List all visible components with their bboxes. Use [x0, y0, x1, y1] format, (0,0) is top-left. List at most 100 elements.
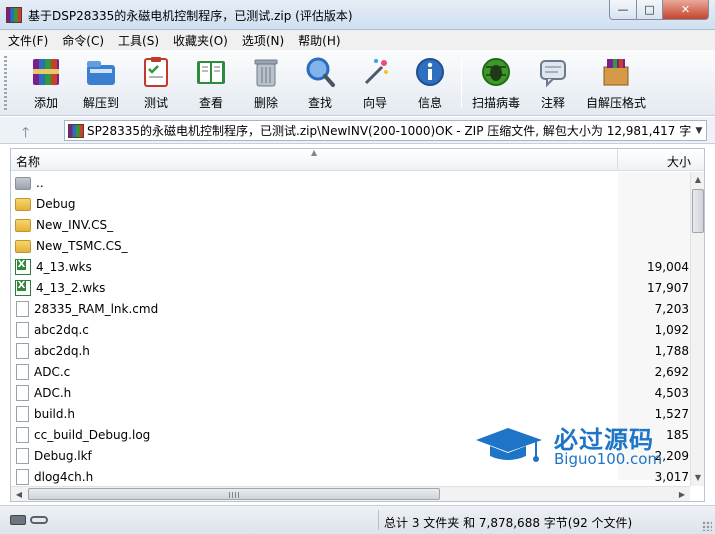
find-icon [302, 54, 338, 90]
list-item[interactable]: 4_13_2.wks 17,907 [11, 277, 690, 298]
window-title: 基于DSP28335的永磁电机控制程序，已测试.zip (评估版本) [28, 9, 353, 23]
info-button[interactable]: 信息 [408, 54, 452, 112]
list-item[interactable]: 28335_RAM_lnk.cmd 7,203 [11, 298, 690, 319]
status-separator [378, 510, 379, 530]
view-label: 查看 [198, 96, 223, 110]
status-text: 总计 3 文件夹 和 7,878,688 字节(92 个文件) [384, 516, 633, 530]
extract-to-icon [83, 54, 119, 90]
extract-to-button[interactable]: 解压到 [78, 54, 124, 112]
test-icon [138, 54, 174, 90]
list-item[interactable]: 4_13.wks 19,004 [11, 256, 690, 277]
delete-icon [248, 54, 284, 90]
file-name: ADC.c [34, 364, 71, 379]
file-size: 1,092 [654, 322, 689, 337]
path-text[interactable]: SP28335的永磁电机控制程序，已测试.zip\NewINV(200-1000… [87, 122, 692, 139]
delete-label: 删除 [253, 96, 278, 110]
sfx-icon [598, 54, 634, 90]
toolbar-separator [461, 58, 462, 108]
file-name: dlog4ch.h [34, 469, 94, 484]
scroll-right-icon[interactable]: ▶ [674, 487, 690, 501]
toolbar-grip[interactable] [4, 56, 7, 110]
parent-folder-icon [15, 177, 31, 190]
file-name: 28335_RAM_lnk.cmd [34, 301, 159, 316]
horizontal-scroll-thumb[interactable] [28, 488, 440, 500]
comment-button[interactable]: 注释 [531, 54, 575, 112]
menu-bar: 文件(F) 命令(C) 工具(S) 收藏夹(O) 选项(N) 帮助(H) [0, 30, 715, 50]
list-item-parent[interactable]: .. [11, 172, 690, 193]
file-name: abc2dq.h [34, 343, 90, 358]
chevron-down-icon[interactable]: ▼ [692, 126, 706, 136]
file-size: 1,527 [654, 406, 689, 421]
wizard-button[interactable]: 向导 [353, 54, 397, 112]
folder-icon [15, 219, 31, 232]
close-button[interactable]: ✕ [662, 0, 709, 20]
sfx-button[interactable]: 自解压格式 [584, 54, 648, 112]
info-icon [412, 54, 448, 90]
file-icon [16, 321, 29, 338]
list-item[interactable]: New_TSMC.CS_ [11, 235, 690, 256]
column-size-header[interactable]: 大小 [667, 153, 691, 170]
vertical-scroll-thumb[interactable] [692, 189, 704, 233]
excel-file-icon [15, 258, 31, 275]
info-label: 信息 [417, 96, 442, 110]
view-button[interactable]: 查看 [189, 54, 233, 112]
find-button[interactable]: 查找 [298, 54, 342, 112]
list-item[interactable]: Debug [11, 193, 690, 214]
file-size: 17,907 [647, 280, 689, 295]
file-name: abc2dq.c [34, 322, 89, 337]
list-item[interactable]: New_INV.CS_ [11, 214, 690, 235]
menu-favorites[interactable]: 收藏夹(O) [173, 32, 228, 49]
address-bar: 🡑 SP28335的永磁电机控制程序，已测试.zip\NewINV(200-10… [0, 117, 715, 144]
find-label: 查找 [307, 96, 332, 110]
maximize-button[interactable]: □ [636, 0, 663, 20]
file-name: Debug [36, 196, 76, 211]
scroll-up-icon[interactable]: ▲ [691, 172, 704, 188]
file-name: build.h [34, 406, 75, 421]
list-item[interactable]: abc2dq.c 1,092 [11, 319, 690, 340]
file-size: 7,203 [654, 301, 689, 316]
menu-options[interactable]: 选项(N) [242, 32, 284, 49]
list-item[interactable]: ADC.h 4,503 [11, 382, 690, 403]
title-bar[interactable]: 基于DSP28335的永磁电机控制程序，已测试.zip (评估版本) — □ ✕ [0, 0, 715, 30]
extract-to-label: 解压到 [82, 96, 119, 110]
status-bar: 总计 3 文件夹 和 7,878,688 字节(92 个文件) [0, 505, 715, 534]
column-divider[interactable] [617, 149, 618, 171]
path-combobox[interactable]: SP28335的永磁电机控制程序，已测试.zip\NewINV(200-1000… [64, 120, 707, 141]
resize-grip-icon[interactable] [702, 521, 712, 531]
list-item[interactable]: abc2dq.h 1,788 [11, 340, 690, 361]
folder-icon [15, 198, 31, 211]
menu-commands[interactable]: 命令(C) [62, 32, 104, 49]
add-button[interactable]: 添加 [22, 54, 70, 112]
key-icon[interactable] [30, 516, 48, 524]
view-icon [193, 54, 229, 90]
vertical-scrollbar[interactable]: ▲ ▼ [690, 172, 704, 486]
toolbar: 添加 解压到 测试 查看 删除 查找 向导 信息 扫描病毒 注释 自解压格式 [0, 50, 715, 116]
file-name: .. [36, 175, 44, 190]
virus-scan-label: 扫描病毒 [471, 96, 520, 110]
list-item[interactable]: ADC.c 2,692 [11, 361, 690, 382]
column-header: 名称 ▲ 大小 [11, 149, 704, 171]
menu-tools[interactable]: 工具(S) [118, 32, 159, 49]
up-folder-icon[interactable]: 🡑 [22, 122, 29, 146]
drive-icon[interactable] [10, 515, 26, 525]
minimize-button[interactable]: — [609, 0, 637, 20]
add-archive-icon [28, 54, 64, 90]
scroll-down-icon[interactable]: ▼ [691, 470, 704, 486]
scroll-left-icon[interactable]: ◀ [11, 487, 27, 501]
sfx-label: 自解压格式 [585, 96, 646, 110]
column-name-header[interactable]: 名称 [16, 153, 40, 170]
menu-help[interactable]: 帮助(H) [298, 32, 340, 49]
file-name: ADC.h [34, 385, 72, 400]
horizontal-scrollbar[interactable]: ◀ ▶ [11, 486, 690, 501]
virus-scan-icon [478, 54, 514, 90]
test-label: 测试 [143, 96, 168, 110]
menu-file[interactable]: 文件(F) [8, 32, 48, 49]
delete-button[interactable]: 删除 [244, 54, 288, 112]
graduation-cap-icon [476, 428, 542, 462]
file-name: 4_13.wks [36, 259, 92, 274]
watermark-english-text: Biguo100.com [554, 450, 663, 468]
test-button[interactable]: 测试 [135, 54, 177, 112]
virus-scan-button[interactable]: 扫描病毒 [468, 54, 524, 112]
file-icon [16, 384, 29, 401]
file-icon [16, 468, 29, 485]
